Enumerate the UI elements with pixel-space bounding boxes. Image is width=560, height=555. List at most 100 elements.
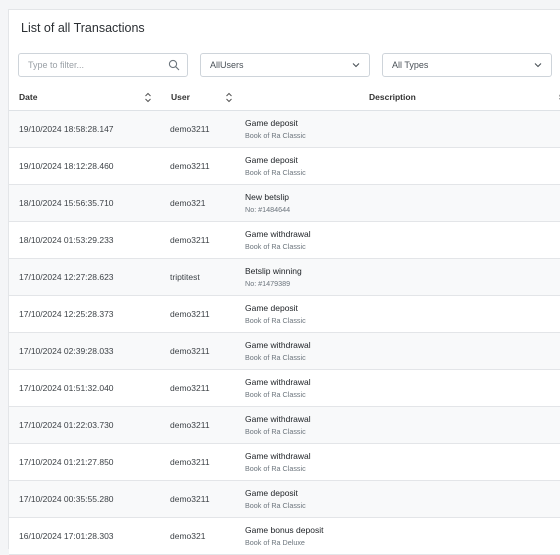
search-icon (168, 59, 180, 71)
sort-icon[interactable] (144, 92, 152, 103)
description-subtitle: Book of Ra Classic (245, 168, 306, 177)
table-row[interactable]: 17/10/2024 01:51:32.040 demo3211 Game with… (9, 369, 560, 407)
description-title: Betslip winning (245, 266, 302, 276)
cell-extra (555, 221, 560, 259)
description-subtitle: Book of Ra Deluxe (245, 538, 305, 547)
cell-extra (555, 147, 560, 185)
description-subtitle: No: #1479389 (245, 279, 291, 288)
cell-date: 17/10/2024 12:27:28.623 (9, 258, 162, 296)
description-subtitle: Book of Ra Classic (245, 242, 306, 251)
table-row[interactable]: 19/10/2024 18:12:28.460 demo3211 Game depo… (9, 147, 560, 185)
cell-extra (555, 110, 560, 148)
filter-bar: Type to filter... AllUsers All Types (9, 53, 560, 77)
column-header-date-label: Date (19, 92, 38, 102)
cell-user: demo3211 (162, 110, 245, 148)
description-title: Game withdrawal (245, 451, 311, 461)
cell-date: 17/10/2024 02:39:28.033 (9, 332, 162, 370)
cell-user: demo321 (162, 184, 245, 222)
cell-description: Game withdrawal Book of Ra Classic (245, 369, 555, 407)
cell-description: New betslip No: #1484644 (245, 184, 555, 222)
description-subtitle: Book of Ra Classic (245, 501, 306, 510)
description-title: New betslip (245, 192, 289, 202)
cell-extra (555, 369, 560, 407)
table-row[interactable]: 17/10/2024 01:22:03.730 demo3211 Game with… (9, 406, 560, 444)
description-title: Game withdrawal (245, 229, 311, 239)
cell-description: Game withdrawal Book of Ra Classic (245, 406, 555, 444)
cell-description: Game deposit Book of Ra Classic (245, 147, 555, 185)
cell-extra (555, 258, 560, 296)
table-row[interactable]: 17/10/2024 12:27:28.623 triptitest Betslip… (9, 258, 560, 296)
cell-user: demo321 (162, 517, 245, 555)
cell-extra (555, 406, 560, 444)
column-header-extra: S (555, 84, 560, 111)
cell-user: demo3211 (162, 221, 245, 259)
cell-extra (555, 184, 560, 222)
description-title: Game bonus deposit (245, 525, 324, 535)
cell-description: Game deposit Book of Ra Classic (245, 295, 555, 333)
cell-description: Betslip winning No: #1479389 (245, 258, 555, 296)
cell-user: demo3211 (162, 443, 245, 481)
cell-extra (555, 443, 560, 481)
cell-date: 17/10/2024 01:51:32.040 (9, 369, 162, 407)
description-title: Game deposit (245, 155, 298, 165)
description-subtitle: Book of Ra Classic (245, 316, 306, 325)
description-title: Game withdrawal (245, 414, 311, 424)
cell-description: Game deposit Book of Ra Classic (245, 480, 555, 518)
transactions-card: List of all Transactions Type to filter.… (8, 9, 560, 555)
cell-user: demo3211 (162, 480, 245, 518)
description-subtitle: No: #1484644 (245, 205, 291, 214)
table-row[interactable]: 17/10/2024 00:35:55.280 demo3211 Game depo… (9, 480, 560, 518)
column-header-description-label: Description (369, 92, 416, 102)
sort-icon[interactable] (225, 92, 233, 103)
description-subtitle: Book of Ra Classic (245, 427, 306, 436)
cell-user: triptitest (162, 258, 245, 296)
cell-description: Game bonus deposit Book of Ra Deluxe (245, 517, 555, 555)
cell-user: demo3211 (162, 332, 245, 370)
cell-description: Game withdrawal Book of Ra Classic (245, 221, 555, 259)
cell-extra (555, 480, 560, 518)
table-row[interactable]: 17/10/2024 01:21:27.850 demo3211 Game with… (9, 443, 560, 481)
description-title: Game withdrawal (245, 377, 311, 387)
cell-user: demo3211 (162, 295, 245, 333)
cell-extra (555, 295, 560, 333)
cell-date: 19/10/2024 18:12:28.460 (9, 147, 162, 185)
description-subtitle: Book of Ra Classic (245, 464, 306, 473)
cell-user: demo3211 (162, 406, 245, 444)
chevron-down-icon (534, 63, 542, 68)
cell-date: 19/10/2024 18:58:28.147 (9, 110, 162, 148)
table-row[interactable]: 19/10/2024 18:58:28.147 demo3211 Game depo… (9, 110, 560, 148)
page-title: List of all Transactions (21, 21, 145, 35)
cell-user: demo3211 (162, 147, 245, 185)
filter-input[interactable]: Type to filter... (18, 53, 188, 77)
cell-date: 16/10/2024 17:01:28.303 (9, 517, 162, 555)
table-body: 19/10/2024 18:58:28.147 demo3211 Game depo… (9, 110, 560, 555)
cell-user: demo3211 (162, 369, 245, 407)
cell-date: 17/10/2024 01:22:03.730 (9, 406, 162, 444)
cell-date: 18/10/2024 01:53:29.233 (9, 221, 162, 259)
column-header-date[interactable]: Date (9, 84, 162, 111)
description-title: Game deposit (245, 118, 298, 128)
description-title: Game withdrawal (245, 340, 311, 350)
cell-date: 17/10/2024 01:21:27.850 (9, 443, 162, 481)
chevron-down-icon (352, 63, 360, 68)
description-subtitle: Book of Ra Classic (245, 131, 306, 140)
transactions-table: Date User Description 19/10/2024 18:58:2… (9, 84, 560, 555)
users-select[interactable]: AllUsers (200, 53, 370, 77)
table-row[interactable]: 18/10/2024 01:53:29.233 demo3211 Game with… (9, 221, 560, 259)
description-subtitle: Book of Ra Classic (245, 353, 306, 362)
table-row[interactable]: 18/10/2024 15:56:35.710 demo321 New betsli… (9, 184, 560, 222)
filter-placeholder: Type to filter... (28, 60, 85, 70)
column-header-user-label: User (171, 92, 190, 102)
cell-date: 17/10/2024 00:35:55.280 (9, 480, 162, 518)
table-row[interactable]: 17/10/2024 12:25:28.373 demo3211 Game depo… (9, 295, 560, 333)
description-title: Game deposit (245, 303, 298, 313)
description-title: Game deposit (245, 488, 298, 498)
cell-extra (555, 517, 560, 555)
types-select[interactable]: All Types (382, 53, 552, 77)
cell-description: Game withdrawal Book of Ra Classic (245, 332, 555, 370)
table-row[interactable]: 17/10/2024 02:39:28.033 demo3211 Game with… (9, 332, 560, 370)
cell-date: 17/10/2024 12:25:28.373 (9, 295, 162, 333)
column-header-user[interactable]: User (162, 84, 245, 111)
table-row[interactable]: 16/10/2024 17:01:28.303 demo321 Game bonus… (9, 517, 560, 555)
users-select-value: AllUsers (210, 60, 244, 70)
